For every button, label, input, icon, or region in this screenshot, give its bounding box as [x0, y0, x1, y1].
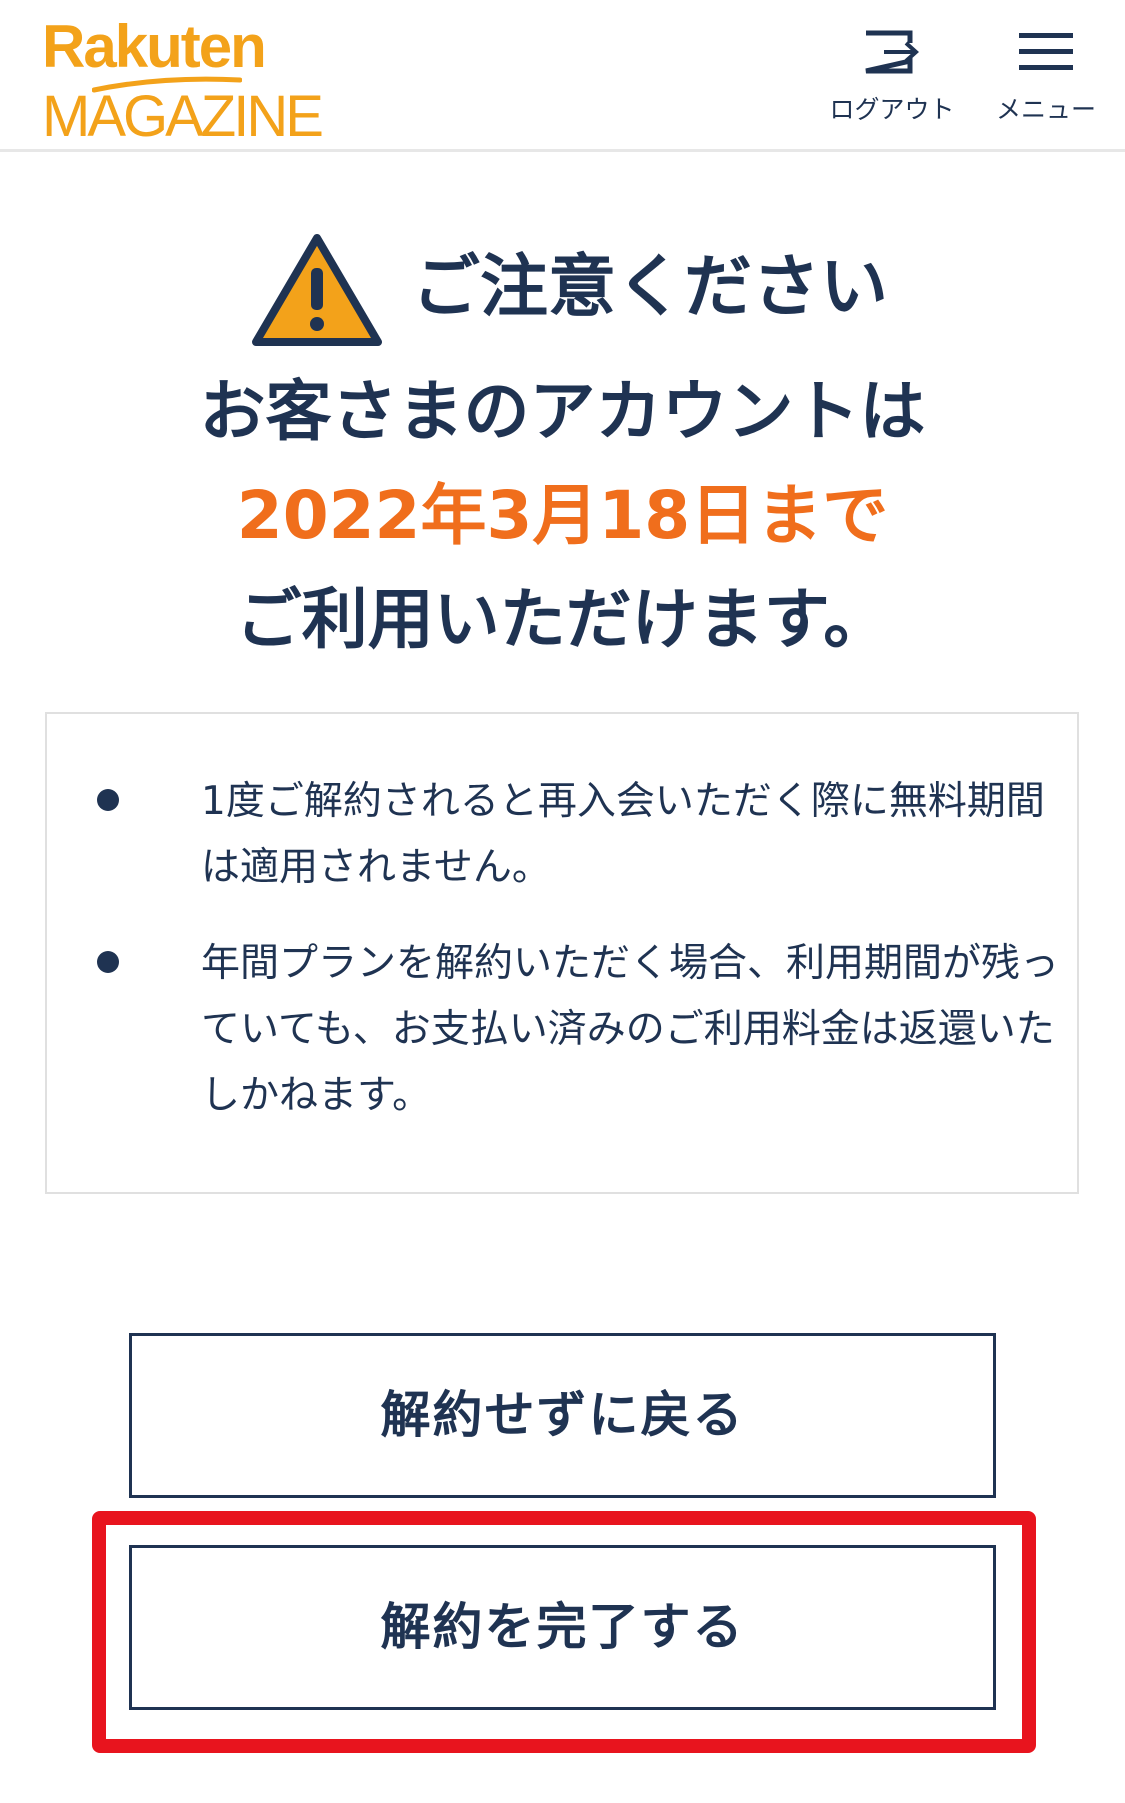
note-text: 1度ご解約されると再入会いただく際に無料期間は適用されません。	[201, 779, 1045, 890]
warning-triangle-icon	[252, 234, 382, 346]
rakuten-magazine-logo[interactable]: Rakuten MAGAZINE	[42, 12, 324, 149]
note-text: 年間プランを解約いただく場合、利用期間が残っていても、お支払い済みのご利用料金は…	[201, 941, 1060, 1118]
logout-label: ログアウト	[829, 95, 955, 124]
account-expiry-date: 2022年3月18日まで	[236, 477, 889, 554]
back-button-label: 解約せずに戻る	[380, 1386, 745, 1444]
logo-magazine-text: MAGAZINE	[42, 84, 324, 149]
bullet-icon	[97, 789, 119, 811]
menu-label: メニュー	[995, 95, 1096, 124]
bullet-icon	[97, 951, 119, 973]
back-without-cancel-button[interactable]: 解約せずに戻る	[129, 1333, 996, 1498]
logo-rakuten-text: Rakuten	[42, 13, 267, 80]
account-message-line3: ご利用いただけます。	[235, 581, 890, 658]
complete-cancellation-button[interactable]: 解約を完了する	[129, 1545, 996, 1710]
menu-button[interactable]: メニュー	[976, 22, 1116, 132]
complete-button-label: 解約を完了する	[380, 1598, 745, 1656]
hamburger-menu-icon	[1019, 33, 1073, 70]
account-message-line1: お客さまのアカウントは	[199, 373, 926, 450]
app-header: Rakuten MAGAZINE ログアウト メニュー	[0, 0, 1125, 152]
logout-button[interactable]: ログアウト	[822, 22, 962, 132]
cancellation-notes-box: 1度ご解約されると再入会いただく際に無料期間は適用されません。 年間プランを解約…	[45, 712, 1079, 1194]
warning-title: ご注意ください	[412, 248, 889, 327]
logout-icon	[865, 30, 919, 74]
warning-heading: ご注意ください	[0, 232, 1125, 357]
